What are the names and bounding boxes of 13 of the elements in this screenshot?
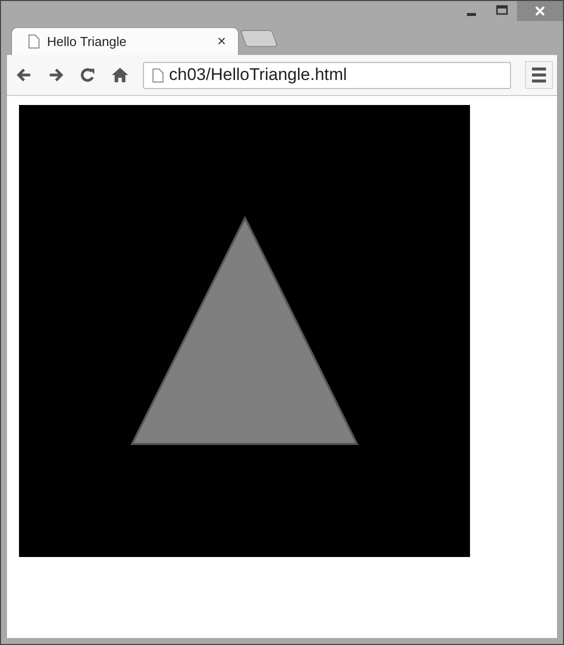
browser-tab[interactable]: Hello Triangle × — [11, 27, 239, 55]
tab-title: Hello Triangle — [47, 34, 128, 49]
page-icon — [28, 34, 40, 49]
close-icon[interactable] — [517, 1, 563, 21]
reload-icon[interactable] — [79, 66, 97, 84]
menu-icon[interactable] — [525, 61, 553, 89]
page-icon — [152, 68, 164, 82]
forward-icon[interactable] — [47, 66, 65, 84]
close-tab-button[interactable]: × — [217, 33, 226, 50]
home-icon[interactable] — [111, 66, 129, 84]
back-icon[interactable] — [15, 66, 33, 84]
url-text: ch03/HelloTriangle.html — [169, 65, 347, 85]
address-bar[interactable]: ch03/HelloTriangle.html — [143, 62, 511, 88]
